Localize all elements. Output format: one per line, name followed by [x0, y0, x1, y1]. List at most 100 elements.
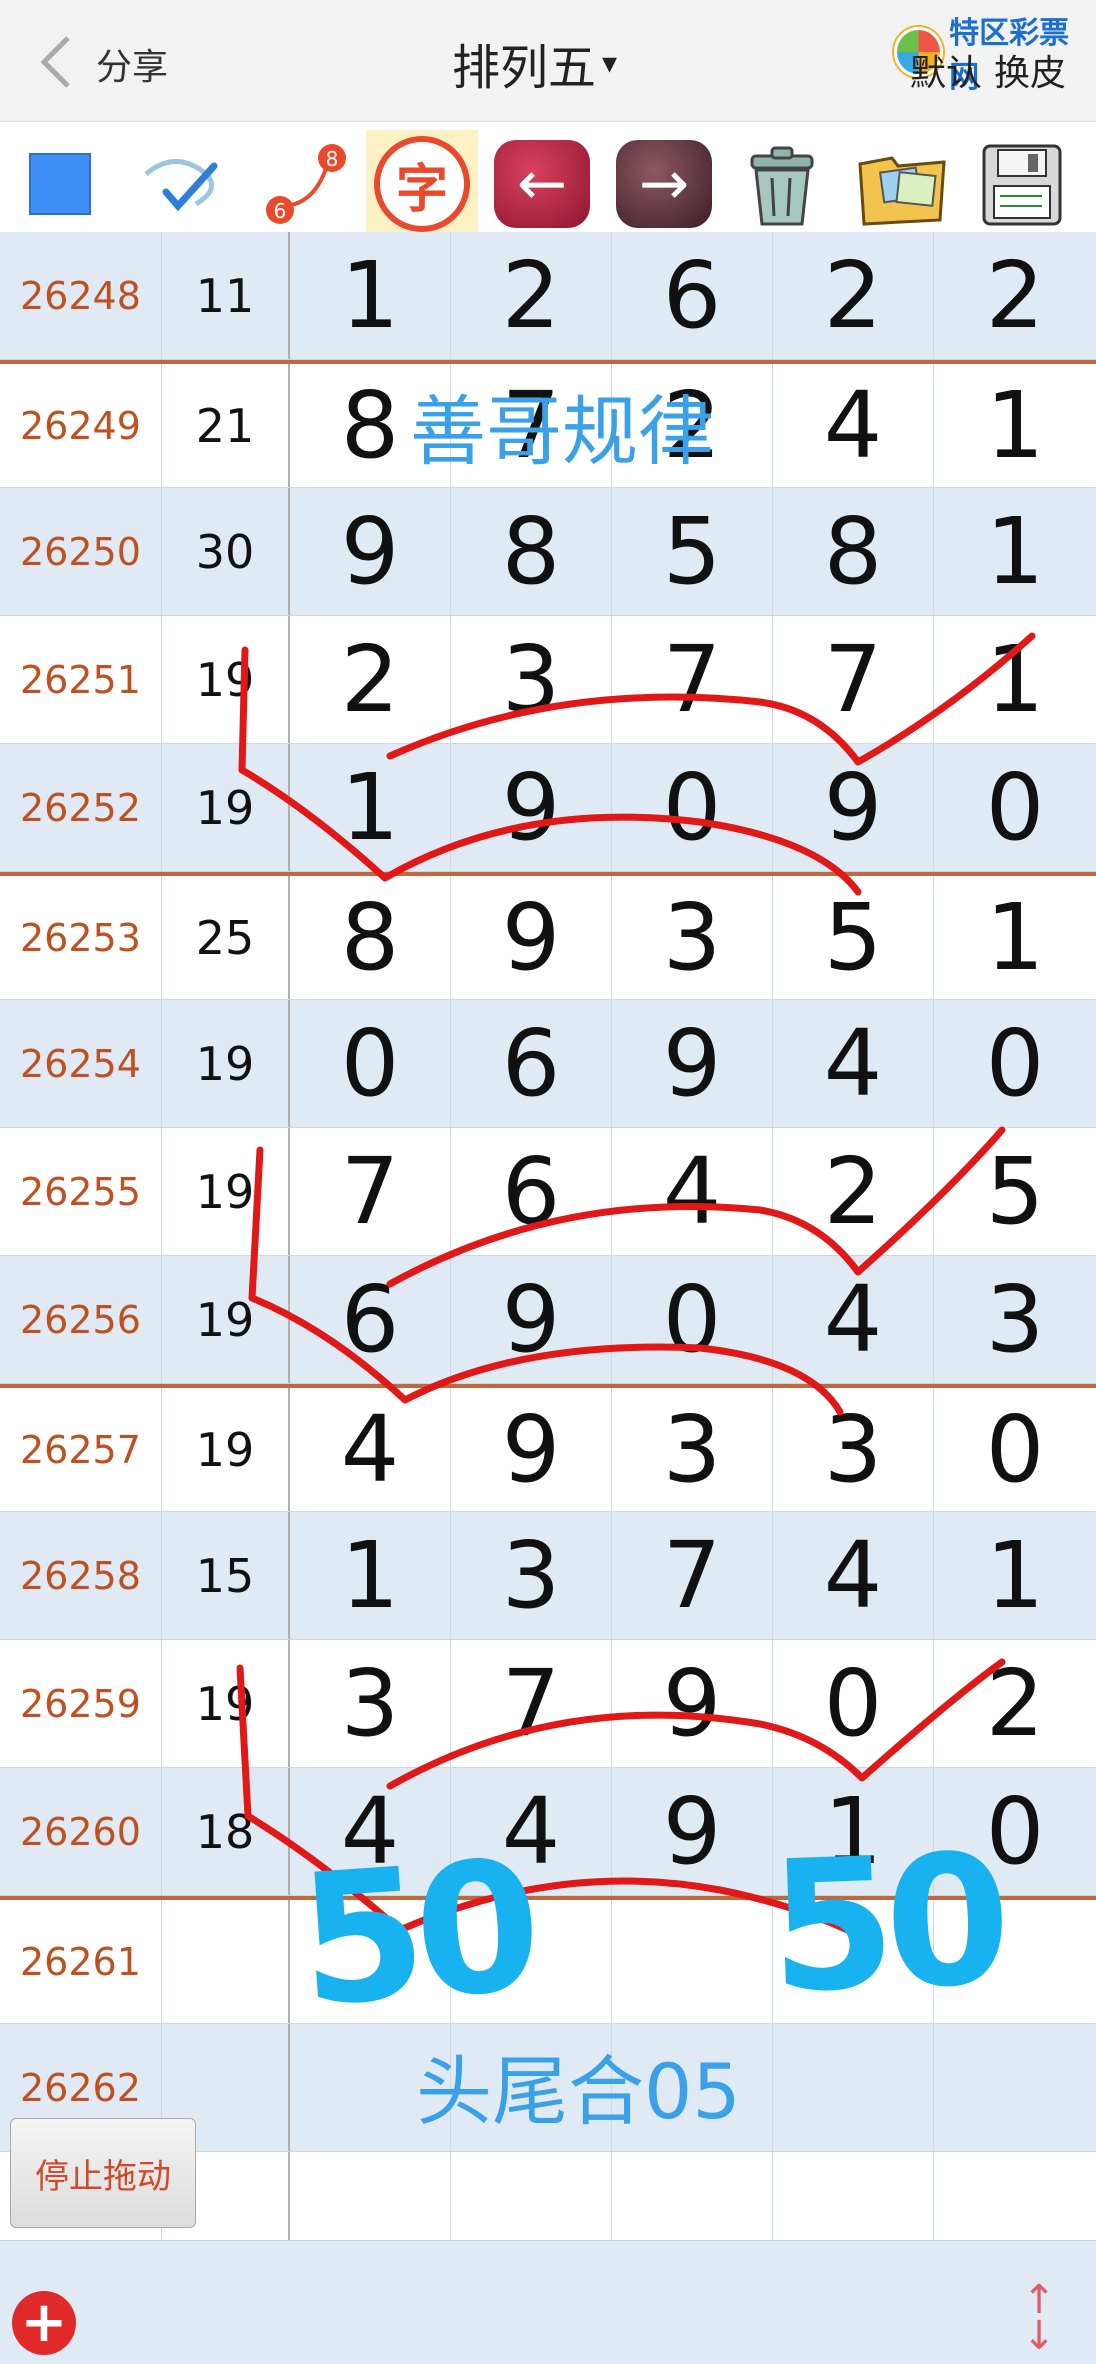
digit-cell-2[interactable]: 3	[451, 1512, 612, 1639]
digit-cell-2[interactable]: 7	[451, 1640, 612, 1767]
digit-cell-3[interactable]: 9	[612, 1640, 773, 1767]
text-tool-button[interactable]: 字	[366, 130, 478, 238]
digit-cell-1[interactable]: 3	[290, 1640, 451, 1767]
table-row[interactable]: 26257 19 4 9 3 3 0	[0, 1384, 1096, 1512]
digit-cell-5[interactable]: 5	[934, 1128, 1096, 1255]
digit-cell-5[interactable]: 1	[934, 1512, 1096, 1639]
bottom-bar: + ↑ ↓	[0, 2240, 1096, 2364]
digit-cell-4[interactable]: 2	[773, 232, 934, 359]
digit-cell-3[interactable]: 4	[612, 1128, 773, 1255]
undo-button[interactable]: ←	[486, 130, 598, 238]
sum-value: 19	[162, 616, 290, 743]
digit-cell-4[interactable]: 2	[773, 1128, 934, 1255]
table-row[interactable]: 26256 19 6 9 0 4 3	[0, 1256, 1096, 1384]
digit-cell-3[interactable]: 7	[612, 616, 773, 743]
digit-cell-2[interactable]: 9	[451, 744, 612, 871]
digit-cell-2[interactable]: 8	[451, 488, 612, 615]
table-row[interactable]: 26253 25 8 9 3 5 1	[0, 872, 1096, 1000]
vertical-resize-icon[interactable]: ↑ ↓	[1018, 2280, 1060, 2356]
digit-cell-2[interactable]: 6	[451, 1000, 612, 1127]
digit-cell-5[interactable]: 2	[934, 1640, 1096, 1767]
floppy-disk-icon	[982, 144, 1062, 226]
digit-cell-5[interactable]: 0	[934, 1000, 1096, 1127]
digit-cell-5[interactable]: 0	[934, 1388, 1096, 1511]
digit-cell-2[interactable]: 2	[451, 232, 612, 359]
digit-cell-4[interactable]: 8	[773, 488, 934, 615]
sum-value: 30	[162, 488, 290, 615]
change-skin-button[interactable]: 换皮	[994, 44, 1066, 96]
table-row[interactable]: 26252 19 1 9 0 9 0	[0, 744, 1096, 872]
issue-number: 26252	[0, 744, 162, 871]
digit-cell-3[interactable]: 9	[612, 1768, 773, 1895]
digit-cell-1[interactable]: 8	[290, 876, 451, 999]
add-plus-icon[interactable]: +	[12, 2291, 76, 2355]
open-button[interactable]	[846, 130, 958, 238]
redo-arrow-icon: →	[616, 140, 712, 228]
connect-tool-button[interactable]: 6 8	[250, 130, 362, 238]
stop-drag-button[interactable]: 停止拖动	[10, 2118, 196, 2228]
table-row[interactable]: 26259 19 3 7 9 0 2	[0, 1640, 1096, 1768]
sum-value: 19	[162, 744, 290, 871]
digit-cell-2[interactable]: 6	[451, 1128, 612, 1255]
digit-cell-5[interactable]: 1	[934, 488, 1096, 615]
digit-cell-2[interactable]: 9	[451, 1256, 612, 1383]
digit-cell-1[interactable]: 0	[290, 1000, 451, 1127]
issue-number: 26260	[0, 1768, 162, 1895]
digit-cell-4[interactable]: 4	[773, 1256, 934, 1383]
digit-cell-1[interactable]: 7	[290, 1128, 451, 1255]
digit-cell-5[interactable]: 3	[934, 1256, 1096, 1383]
digit-cell-4[interactable]	[773, 2024, 934, 2151]
issue-number: 26258	[0, 1512, 162, 1639]
save-button[interactable]	[966, 130, 1078, 238]
digit-cell-5[interactable]: 1	[934, 616, 1096, 743]
digit-cell-5[interactable]	[934, 2024, 1096, 2151]
digit-cell-3[interactable]: 3	[612, 876, 773, 999]
digit-cell-1[interactable]: 6	[290, 1256, 451, 1383]
redo-button[interactable]: →	[608, 130, 720, 238]
issue-number: 26248	[0, 232, 162, 359]
digit-cell-5[interactable]: 1	[934, 364, 1096, 487]
digit-cell-4[interactable]: 0	[773, 1640, 934, 1767]
digit-cell-3[interactable]: 0	[612, 744, 773, 871]
digit-cell-1[interactable]: 1	[290, 232, 451, 359]
digit-cell-1[interactable]: 9	[290, 488, 451, 615]
digit-cell-2[interactable]: 9	[451, 1388, 612, 1511]
digit-cell-4[interactable]: 4	[773, 1512, 934, 1639]
digit-cell-4[interactable]: 3	[773, 1388, 934, 1511]
digit-cell-5[interactable]: 2	[934, 232, 1096, 359]
digit-cell-3[interactable]: 3	[612, 1388, 773, 1511]
lottery-type-selector[interactable]: 排列五 ▾	[452, 28, 617, 98]
digit-cell-3[interactable]: 0	[612, 1256, 773, 1383]
default-skin-button[interactable]: 默认	[910, 44, 982, 96]
digit-cell-1[interactable]: 1	[290, 1512, 451, 1639]
digit-cell-4[interactable]: 4	[773, 364, 934, 487]
digit-cell-3[interactable]: 6	[612, 232, 773, 359]
table-row[interactable]: 26255 19 7 6 4 2 5	[0, 1128, 1096, 1256]
digit-cell-3[interactable]	[612, 1900, 773, 2023]
table-row[interactable]: 26251 19 2 3 7 7 1	[0, 616, 1096, 744]
share-button[interactable]: 分享	[96, 38, 168, 90]
digit-cell-2[interactable]: 9	[451, 876, 612, 999]
digit-cell-3[interactable]: 9	[612, 1000, 773, 1127]
digit-cell-4[interactable]: 9	[773, 744, 934, 871]
table-row[interactable]: 26250 30 9 8 5 8 1	[0, 488, 1096, 616]
digit-cell-3[interactable]: 5	[612, 488, 773, 615]
clear-button[interactable]	[726, 130, 838, 238]
back-arrow-icon[interactable]	[36, 32, 76, 92]
digit-cell-4[interactable]: 4	[773, 1000, 934, 1127]
table-row[interactable]: 26254 19 0 6 9 4 0	[0, 1000, 1096, 1128]
pen-tool-button[interactable]	[130, 130, 242, 238]
digit-cell-5[interactable]: 0	[934, 744, 1096, 871]
digit-cell-1[interactable]: 2	[290, 616, 451, 743]
digit-cell-2[interactable]: 3	[451, 616, 612, 743]
digit-cell-1[interactable]: 1	[290, 744, 451, 871]
table-row[interactable]: 26248 11 1 2 6 2 2	[0, 232, 1096, 360]
digit-cell-4[interactable]: 7	[773, 616, 934, 743]
digit-cell-3[interactable]: 7	[612, 1512, 773, 1639]
sum-value: 19	[162, 1388, 290, 1511]
color-picker-button[interactable]	[4, 130, 116, 238]
digit-cell-5[interactable]: 1	[934, 876, 1096, 999]
digit-cell-1[interactable]: 4	[290, 1388, 451, 1511]
table-row[interactable]: 26258 15 1 3 7 4 1	[0, 1512, 1096, 1640]
digit-cell-4[interactable]: 5	[773, 876, 934, 999]
